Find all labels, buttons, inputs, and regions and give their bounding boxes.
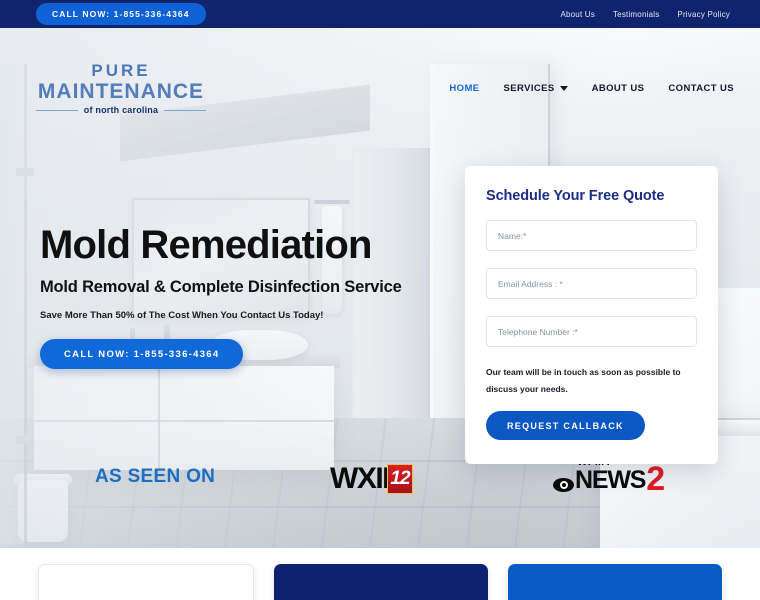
- request-callback-button[interactable]: REQUEST CALLBACK: [486, 411, 645, 440]
- nav-item-services[interactable]: SERVICES: [504, 83, 568, 94]
- chevron-down-icon: [559, 85, 568, 91]
- topbar-link-about-us[interactable]: About Us: [560, 10, 595, 19]
- wfmy-news-label: NEWS: [575, 466, 646, 494]
- email-field[interactable]: [486, 268, 697, 299]
- hero-call-now-button[interactable]: CALL NOW: 1-855-336-4364: [40, 339, 244, 369]
- as-seen-on-label: AS SEEN ON: [95, 466, 216, 487]
- feature-cards-row: [0, 548, 760, 600]
- logo-line-maintenance: MAINTENANCE: [37, 79, 205, 103]
- site-logo[interactable]: PURE MAINTENANCE of north carolina: [36, 62, 206, 115]
- logo-tagline: of north carolina: [83, 104, 159, 115]
- primary-nav-links: HOME SERVICES ABOUT US CONTACT US: [449, 83, 740, 94]
- landing-page: CALL NOW: 1-855-336-4364 About Us Testim…: [0, 0, 760, 600]
- nav-item-contact-us-label: CONTACT US: [668, 82, 734, 94]
- quote-form-title: Schedule Your Free Quote: [486, 188, 665, 204]
- hero-headline: Mold Remediation: [40, 223, 372, 267]
- wfmy-channel-number: 2: [646, 460, 665, 499]
- telephone-field[interactable]: [486, 316, 697, 347]
- wxii-12-logo: WXII 12: [330, 462, 413, 496]
- wxii-channel-box: 12: [387, 464, 413, 494]
- as-seen-on-section: AS SEEN ON WXII 12 WFMY NEWS 2: [40, 456, 730, 496]
- feature-card-2[interactable]: [274, 564, 488, 600]
- top-utility-bar: CALL NOW: 1-855-336-4364 About Us Testim…: [0, 0, 760, 28]
- hero-section: PURE MAINTENANCE of north carolina HOME …: [0, 28, 760, 548]
- nav-item-services-label: SERVICES: [503, 82, 555, 94]
- hero-copy-block: Mold Remediation Mold Removal & Complete…: [40, 224, 440, 369]
- nav-item-about-us[interactable]: ABOUT US: [592, 83, 645, 94]
- logo-rule-left: [36, 109, 78, 111]
- wxii-channel-number: 12: [390, 468, 410, 489]
- hero-subheadline: Mold Removal & Complete Disinfection Ser…: [40, 278, 402, 296]
- hero-tagline: Save More Than 50% of The Cost When You …: [40, 310, 324, 321]
- quote-form-card: Schedule Your Free Quote Our team will b…: [465, 166, 718, 464]
- cbs-eye-icon: [553, 478, 574, 492]
- topbar-link-privacy-policy[interactable]: Privacy Policy: [677, 10, 730, 19]
- feature-card-3[interactable]: [508, 564, 722, 600]
- nav-item-contact-us[interactable]: CONTACT US: [668, 83, 734, 94]
- feature-card-1[interactable]: [38, 564, 254, 600]
- nav-item-about-us-label: ABOUT US: [591, 82, 645, 94]
- quote-form-note: Our team will be in touch as soon as pos…: [486, 367, 681, 394]
- name-field[interactable]: [486, 220, 697, 251]
- topbar-links: About Us Testimonials Privacy Policy: [560, 10, 740, 19]
- logo-tagline-row: of north carolina: [36, 104, 206, 115]
- wxii-call-letters: WXII: [330, 462, 391, 495]
- topbar-link-testimonials[interactable]: Testimonials: [613, 10, 659, 19]
- logo-rule-right: [164, 109, 206, 111]
- topbar-call-now-button[interactable]: CALL NOW: 1-855-336-4364: [36, 3, 206, 25]
- logo-line-pure: PURE: [91, 60, 151, 80]
- nav-item-home-label: HOME: [449, 82, 480, 94]
- nav-item-home[interactable]: HOME: [449, 83, 479, 94]
- main-navigation-bar: PURE MAINTENANCE of north carolina HOME …: [0, 28, 760, 148]
